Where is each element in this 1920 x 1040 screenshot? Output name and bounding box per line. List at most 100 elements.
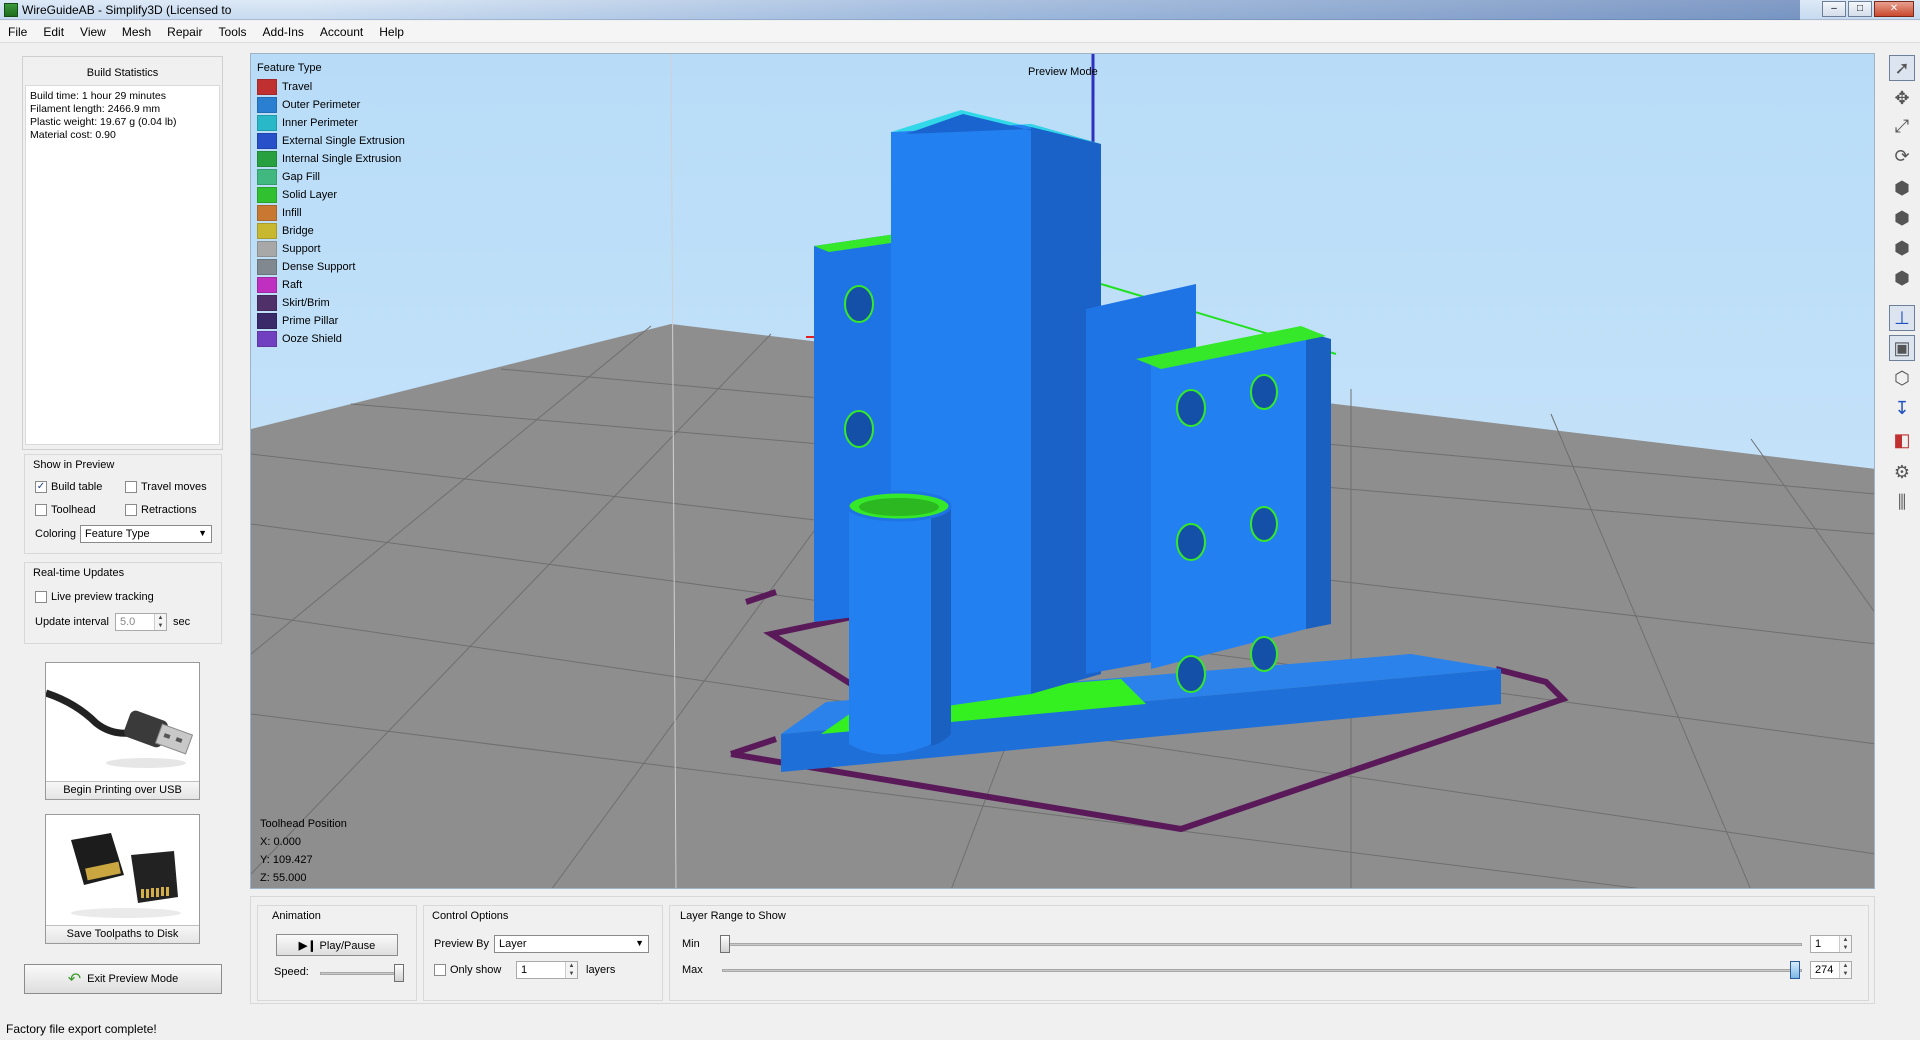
menu-account[interactable]: Account <box>312 21 371 42</box>
preview-controls-panel: Animation ▶❙ Play/Pause Speed: Control O… <box>250 896 1875 1004</box>
speed-label: Speed: <box>274 966 309 978</box>
update-interval-spinner[interactable]: 5.0 ▲ ▼ <box>115 613 167 631</box>
spinner-arrows-icon[interactable]: ▲ ▼ <box>154 614 166 630</box>
begin-printing-usb-button[interactable]: Begin Printing over USB <box>45 662 200 800</box>
toolhead-position-title: Toolhead Position <box>260 818 347 830</box>
select-cursor-icon[interactable]: ➚ <box>1889 55 1915 81</box>
filament-length: Filament length: 2466.9 mm <box>30 103 161 115</box>
menu-edit[interactable]: Edit <box>35 21 72 42</box>
build-table-checkbox[interactable]: ✓ Build table <box>35 481 102 493</box>
legend-item: External Single Extrusion <box>257 132 405 150</box>
preview-by-dropdown[interactable]: Layer ▼ <box>494 935 649 953</box>
menu-mesh[interactable]: Mesh <box>114 21 159 42</box>
spinner-arrows-icon[interactable]: ▲ ▼ <box>1839 962 1851 978</box>
normals-icon[interactable]: ↧ <box>1889 395 1915 421</box>
legend-item: Skirt/Brim <box>257 294 405 312</box>
window-title: WireGuideAB - Simplify3D (Licensed to <box>22 3 232 17</box>
legend-swatch <box>257 115 277 131</box>
max-layer-slider-thumb[interactable] <box>1790 961 1800 979</box>
toolhead-checkbox[interactable]: Toolhead <box>35 504 96 516</box>
cross-section-icon[interactable]: ◧ <box>1889 427 1915 453</box>
min-layer-slider-track[interactable] <box>722 943 1802 946</box>
minimize-button[interactable]: – <box>1822 1 1846 17</box>
toolhead-z: Z: 55.000 <box>260 872 307 884</box>
back-arrow-icon: ↶ <box>67 971 82 988</box>
legend-swatch <box>257 133 277 149</box>
title-bar: WireGuideAB - Simplify3D (Licensed to – … <box>0 0 1920 20</box>
legend-item: Travel <box>257 78 405 96</box>
min-layer-slider-thumb[interactable] <box>720 935 730 953</box>
animation-group: Animation ▶❙ Play/Pause Speed: <box>257 905 417 1001</box>
legend-item: Solid Layer <box>257 186 405 204</box>
play-pause-button[interactable]: ▶❙ Play/Pause <box>276 934 398 956</box>
3d-preview-viewport[interactable]: Feature Type Travel Outer Perimeter Inne… <box>250 53 1875 889</box>
min-label: Min <box>682 938 700 950</box>
legend-item: Infill <box>257 204 405 222</box>
legend-item: Dense Support <box>257 258 405 276</box>
exit-preview-mode-button[interactable]: ↶ Exit Preview Mode <box>24 964 222 994</box>
wireframe-icon[interactable]: ⬡ <box>1889 365 1915 391</box>
legend-item: Ooze Shield <box>257 330 405 348</box>
legend-swatch <box>257 313 277 329</box>
menu-view[interactable]: View <box>72 21 114 42</box>
animation-title: Animation <box>272 910 321 922</box>
chevron-down-icon: ▼ <box>198 528 207 538</box>
max-layer-spinner[interactable]: 274 ▲ ▼ <box>1810 961 1852 979</box>
speed-slider-thumb[interactable] <box>394 964 404 982</box>
view-top-cube-icon[interactable]: ⬢ <box>1889 175 1915 201</box>
save-button-label: Save Toolpaths to Disk <box>46 925 199 943</box>
menu-addins[interactable]: Add-Ins <box>255 21 312 42</box>
toolhead-position: Toolhead Position X: 0.000 Y: 109.427 Z:… <box>260 815 347 887</box>
menu-help[interactable]: Help <box>371 21 412 42</box>
supports-icon[interactable]: ⫼ <box>1889 489 1915 515</box>
layers-label: layers <box>586 964 616 976</box>
save-toolpaths-button[interactable]: Save Toolpaths to Disk <box>45 814 200 944</box>
view-iso-cube-icon[interactable]: ⬢ <box>1889 265 1915 291</box>
retractions-checkbox[interactable]: Retractions <box>125 504 197 516</box>
show-in-preview-group: Show in Preview ✓ Build table Travel mov… <box>24 454 222 554</box>
menu-tools[interactable]: Tools <box>211 21 255 42</box>
legend-item: Gap Fill <box>257 168 405 186</box>
feature-type-legend: Feature Type Travel Outer Perimeter Inne… <box>257 62 405 348</box>
realtime-updates-group: Real-time Updates Live preview tracking … <box>24 562 222 644</box>
spinner-arrows-icon[interactable]: ▲ ▼ <box>565 962 577 978</box>
toolhead-y: Y: 109.427 <box>260 854 313 866</box>
axes-icon[interactable]: ⊥ <box>1889 305 1915 331</box>
update-interval-unit: sec <box>173 616 191 628</box>
update-interval-label: Update interval <box>35 616 109 628</box>
3d-scene[interactable] <box>251 54 1875 889</box>
min-layer-spinner[interactable]: 1 ▲ ▼ <box>1810 935 1852 953</box>
menu-repair[interactable]: Repair <box>159 21 210 42</box>
status-bar: Factory file export complete! <box>6 1022 157 1036</box>
legend-swatch <box>257 97 277 113</box>
play-pause-icon: ▶❙ <box>298 940 317 952</box>
only-show-layers-spinner[interactable]: 1 ▲ ▼ <box>516 961 578 979</box>
coloring-dropdown[interactable]: Feature Type ▼ <box>80 525 212 543</box>
scale-icon[interactable]: ⤢ <box>1889 113 1915 139</box>
left-panel: Build Statistics Build time: 1 hour 29 m… <box>0 44 240 1004</box>
max-layer-slider-track[interactable] <box>722 969 1802 972</box>
view-front-cube-icon[interactable]: ⬢ <box>1889 205 1915 231</box>
coloring-label: Coloring <box>35 528 76 540</box>
build-statistics-title: Build Statistics <box>86 67 159 79</box>
legend-swatch <box>257 259 277 275</box>
control-options-group: Control Options Preview By Layer ▼ Only … <box>423 905 663 1001</box>
spinner-arrows-icon[interactable]: ▲ ▼ <box>1839 936 1851 952</box>
speed-slider-track[interactable] <box>320 972 400 975</box>
only-show-checkbox[interactable]: Only show <box>434 964 501 976</box>
settings-gear-icon[interactable]: ⚙ <box>1889 459 1915 485</box>
material-cost: Material cost: 0.90 <box>30 129 116 141</box>
travel-moves-checkbox[interactable]: Travel moves <box>125 481 207 493</box>
maximize-button[interactable]: □ <box>1848 1 1872 17</box>
solid-view-icon[interactable]: ▣ <box>1889 335 1915 361</box>
menu-file[interactable]: File <box>0 21 35 42</box>
legend-swatch <box>257 79 277 95</box>
rotate-icon[interactable]: ⟳ <box>1889 143 1915 169</box>
view-side-cube-icon[interactable]: ⬢ <box>1889 235 1915 261</box>
close-button[interactable]: ✕ <box>1874 1 1914 17</box>
move-icon[interactable]: ✥ <box>1889 85 1915 111</box>
live-preview-tracking-checkbox[interactable]: Live preview tracking <box>35 591 154 603</box>
build-statistics-text: Build time: 1 hour 29 minutes Filament l… <box>25 85 220 445</box>
layer-range-title: Layer Range to Show <box>680 910 786 922</box>
control-options-title: Control Options <box>432 910 509 922</box>
